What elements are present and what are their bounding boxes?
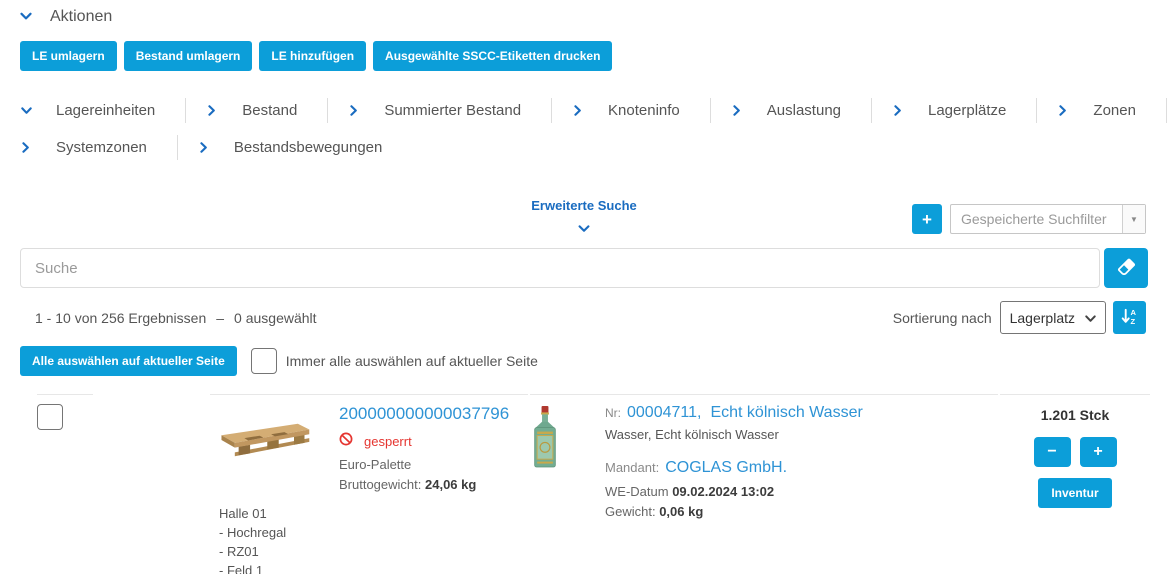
item-weight: Gewicht: 0,06 kg	[605, 504, 863, 519]
add-filter-button[interactable]: +	[912, 204, 942, 234]
tab-zonen[interactable]: Zonen	[1037, 98, 1167, 123]
blocked-status: gesperrt	[339, 432, 509, 451]
client-row: Mandant: COGLAS GmbH.	[605, 459, 863, 477]
tab-label: Bestandsbewegungen	[234, 139, 382, 156]
sorting-controls: Sortierung nach Lagerplatz A Z	[893, 301, 1146, 334]
actions-section-title: Aktionen	[50, 8, 112, 26]
chevron-right-icon	[731, 105, 743, 116]
sort-select-value: Lagerplatz	[1010, 310, 1075, 326]
chevron-right-icon	[572, 105, 584, 116]
blocked-icon	[339, 432, 353, 451]
article-cell: Nr: 00004711, Echt kölnisch Wasser Wasse…	[530, 394, 998, 519]
quantity-value: 1.201 Stck	[1000, 407, 1150, 423]
results-info: 1 - 10 von 256 Ergebnissen – 0 ausgewähl…	[35, 310, 317, 326]
carrier-type: Euro-Palette	[339, 457, 509, 472]
selection-bar: Alle auswählen auf aktueller Seite Immer…	[20, 346, 1168, 376]
search-row	[20, 248, 1148, 288]
tab-knoteninfo[interactable]: Knoteninfo	[552, 98, 711, 123]
sscc-etiketten-drucken-button[interactable]: Ausgewählte SSCC-Etiketten drucken	[373, 41, 612, 71]
tab-lagereinheiten[interactable]: Lagereinheiten	[20, 98, 186, 123]
location-path: Halle 01 - Hochregal - RZ01 - Feld 1 - E…	[219, 504, 528, 574]
bestand-umlagern-button[interactable]: Bestand umlagern	[124, 41, 253, 71]
warehouse-units-page: Aktionen LE umlagern Bestand umlagern LE…	[0, 8, 1168, 574]
euro-pallet-image	[210, 417, 315, 492]
tab-label: Zonen	[1093, 102, 1136, 119]
actions-section-header[interactable]: Aktionen	[20, 8, 1168, 26]
sort-alphabetical-icon: A Z	[1120, 307, 1139, 329]
storage-unit-number-link[interactable]: 200000000000037796	[339, 404, 509, 423]
chevron-right-icon	[892, 105, 904, 116]
search-toolbar: Erweiterte Suche + Gespeicherte Suchfilt…	[0, 196, 1168, 242]
gross-weight: Bruttogewicht: 24,06 kg	[339, 477, 509, 492]
search-input[interactable]	[20, 248, 1100, 288]
clear-search-button[interactable]	[1104, 248, 1148, 288]
tab-label: Bestand	[242, 102, 297, 119]
tab-systemzonen[interactable]: Systemzonen	[20, 135, 178, 160]
chevron-right-icon	[206, 105, 218, 116]
results-count: 1 - 10 von 256 Ergebnissen	[35, 310, 206, 326]
results-dash: –	[216, 310, 224, 326]
tab-auslastung[interactable]: Auslastung	[711, 98, 872, 123]
tab-summierter-bestand[interactable]: Summierter Bestand	[328, 98, 552, 123]
sort-direction-button[interactable]: A Z	[1113, 301, 1146, 334]
results-bar: 1 - 10 von 256 Ergebnissen – 0 ausgewähl…	[35, 301, 1146, 334]
chevron-right-icon	[198, 142, 210, 153]
le-hinzufuegen-button[interactable]: LE hinzufügen	[259, 41, 366, 71]
article-number-link[interactable]: 00004711,	[627, 404, 701, 422]
tab-label: Knoteninfo	[608, 102, 680, 119]
tabs-row-1: Lagereinheiten Bestand Summierter Bestan…	[20, 98, 1168, 123]
svg-text:Z: Z	[1130, 317, 1135, 326]
article-number-label: Nr:	[605, 406, 621, 420]
row-checkbox-cell	[37, 394, 93, 435]
storage-unit-cell: 200000000000037796 gesperrt Euro-Palette…	[210, 394, 528, 574]
decrease-quantity-button[interactable]: −	[1034, 437, 1071, 467]
chevron-right-icon	[1057, 105, 1069, 116]
sort-select[interactable]: Lagerplatz	[1000, 301, 1106, 334]
tab-label: Auslastung	[767, 102, 841, 119]
always-select-checkbox[interactable]	[251, 348, 277, 374]
row-checkbox[interactable]	[37, 404, 63, 430]
tab-label: Lagereinheiten	[56, 102, 155, 119]
product-bottle-image	[530, 406, 560, 519]
location-line: - Hochregal	[219, 523, 528, 542]
client-label: Mandant:	[605, 460, 659, 475]
eraser-icon	[1116, 256, 1137, 280]
selected-count: 0 ausgewählt	[234, 310, 317, 326]
inventory-button[interactable]: Inventur	[1038, 478, 1111, 508]
tab-label: Lagerplätze	[928, 102, 1006, 119]
tab-bestand[interactable]: Bestand	[186, 98, 328, 123]
result-row: 200000000000037796 gesperrt Euro-Palette…	[0, 394, 1168, 574]
tab-bestandsbewegungen[interactable]: Bestandsbewegungen	[178, 135, 412, 160]
sort-label: Sortierung nach	[893, 310, 992, 326]
location-line: - Feld 1	[219, 561, 528, 574]
row-actions-cell: 1.201 Stck − + Inventur	[1000, 394, 1150, 508]
tabs-row-2: Systemzonen Bestandsbewegungen	[20, 135, 1168, 160]
increase-quantity-button[interactable]: +	[1080, 437, 1117, 467]
tab-label: Summierter Bestand	[384, 102, 521, 119]
le-umlagern-button[interactable]: LE umlagern	[20, 41, 117, 71]
select-all-button[interactable]: Alle auswählen auf aktueller Seite	[20, 346, 237, 376]
always-select-label: Immer alle auswählen auf aktueller Seite	[286, 353, 538, 369]
location-line: Halle 01	[219, 504, 528, 523]
tab-lagerplaetze[interactable]: Lagerplätze	[872, 98, 1037, 123]
saved-filters-group: + Gespeicherte Suchfilter ▼	[912, 204, 1146, 234]
tab-label: Systemzonen	[56, 139, 147, 156]
chevron-down-icon	[1085, 310, 1096, 326]
location-line: - RZ01	[219, 542, 528, 561]
actions-button-row: LE umlagern Bestand umlagern LE hinzufüg…	[20, 41, 1168, 71]
chevron-right-icon	[348, 105, 360, 116]
saved-filters-select[interactable]: Gespeicherte Suchfilter ▼	[950, 204, 1146, 234]
chevron-right-icon	[20, 142, 32, 153]
blocked-label: gesperrt	[364, 434, 412, 449]
client-link[interactable]: COGLAS GmbH.	[665, 459, 787, 477]
article-description: Wasser, Echt kölnisch Wasser	[605, 427, 863, 442]
saved-filters-placeholder: Gespeicherte Suchfilter	[951, 205, 1122, 233]
svg-text:A: A	[1130, 308, 1136, 317]
receipt-date: WE-Datum 09.02.2024 13:02	[605, 484, 863, 499]
chevron-down-icon	[20, 8, 32, 26]
dropdown-arrow-icon[interactable]: ▼	[1122, 205, 1145, 233]
chevron-down-icon	[20, 107, 32, 115]
article-name-link[interactable]: Echt kölnisch Wasser	[710, 404, 862, 422]
